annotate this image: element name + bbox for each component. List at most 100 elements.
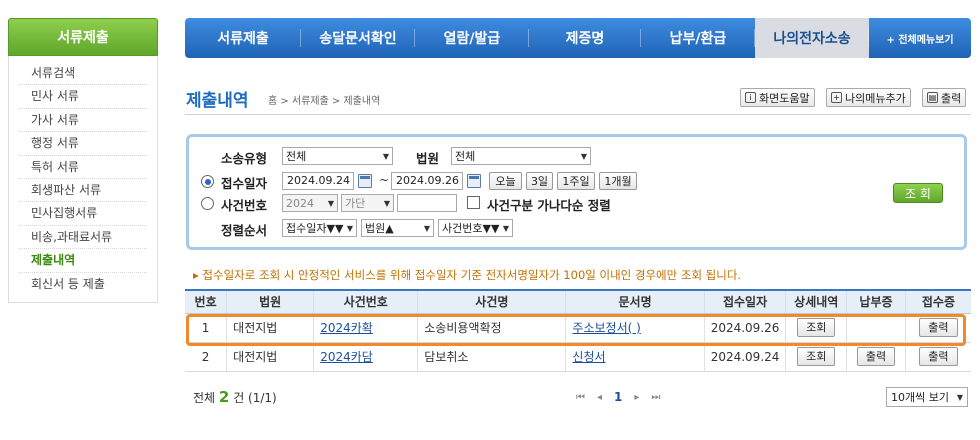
col-detail: 상세내역 bbox=[785, 289, 847, 314]
range-today-button[interactable]: 오늘 bbox=[489, 172, 522, 190]
nav-all-menu[interactable]: + 전체메뉴보기 bbox=[869, 18, 971, 58]
table-header-row: 번호 법원 사건번호 사건명 문서명 접수일자 상세내역 납부증 접수증 bbox=[185, 289, 971, 314]
chevron-down-icon: ▼ bbox=[382, 151, 389, 161]
sort-order-3-select[interactable]: 사건번호▼▼ ▼ bbox=[438, 219, 513, 237]
sidebar-item-bankruptcy[interactable]: 회생파산 서류 bbox=[19, 179, 147, 203]
row-court: 대전지법 bbox=[226, 342, 314, 372]
calendar-icon[interactable] bbox=[358, 174, 372, 188]
add-my-menu-label: 나의메뉴추가 bbox=[845, 91, 906, 105]
chevron-down-icon: ▼ bbox=[327, 198, 334, 208]
chevron-down-icon: ▼ bbox=[346, 223, 353, 233]
search-button[interactable]: 조 회 bbox=[893, 183, 943, 203]
receipt-print-button[interactable]: 출력 bbox=[919, 347, 958, 366]
nav-document-submit[interactable]: 서류제출 bbox=[185, 18, 301, 58]
court-label: 법원 bbox=[416, 151, 440, 166]
sidebar-item-civil[interactable]: 민사 서류 bbox=[19, 85, 147, 109]
sort-order-1-value: 접수일자▼▼ bbox=[286, 222, 344, 235]
range-1week-button[interactable]: 1주일 bbox=[557, 172, 595, 190]
sort-by-category-checkbox[interactable] bbox=[467, 196, 480, 209]
range-1month-button[interactable]: 1개월 bbox=[599, 172, 637, 190]
sidebar-item-document-search[interactable]: 서류검색 bbox=[19, 62, 147, 86]
search-notice: ▸ 접수일자로 조회 시 안정적인 서비스를 위해 접수일자 기준 전자서명일자… bbox=[193, 268, 742, 282]
nav-my-e-litigation[interactable]: 나의전자소송 bbox=[755, 18, 869, 58]
row-case-name: 소송비용액확정 bbox=[417, 313, 566, 343]
next-page-icon[interactable]: ▸ bbox=[634, 392, 639, 403]
detail-view-button[interactable]: 조회 bbox=[797, 318, 836, 337]
per-page-select[interactable]: 10개씩 보기 ▼ bbox=[886, 387, 968, 407]
date-to-input[interactable]: 2024.09.26 bbox=[391, 172, 463, 190]
print-button[interactable]: ▤ 출력 bbox=[922, 88, 967, 107]
row-number: 2 bbox=[185, 342, 227, 372]
court-value: 전체 bbox=[455, 150, 476, 163]
payment-print-button[interactable]: 출력 bbox=[856, 347, 896, 366]
case-number-input[interactable] bbox=[397, 194, 457, 212]
col-case-name: 사건명 bbox=[417, 289, 566, 314]
search-panel: 소송유형 전체 ▼ 법원 전체 ▼ 접수일자 2024.09.24 ~ 2024.0… bbox=[186, 134, 967, 250]
page-title: 제출내역 bbox=[186, 91, 249, 111]
col-payment-proof: 납부증 bbox=[846, 289, 906, 314]
date-range-separator: ~ bbox=[379, 173, 390, 187]
sidebar-item-family[interactable]: 가사 서류 bbox=[19, 109, 147, 133]
row-receipt-date: 2024.09.26 bbox=[703, 313, 786, 343]
plus-icon: + bbox=[831, 92, 842, 103]
last-page-icon[interactable]: ⏭ bbox=[651, 392, 660, 403]
first-page-icon[interactable]: ⏮ bbox=[576, 392, 585, 403]
table-row: 2 대전지법 2024카담 담보취소 신청서 2024.09.24 조회 출력 … bbox=[185, 342, 971, 372]
printer-icon: ▤ bbox=[927, 92, 938, 103]
receipt-date-label: 접수일자 bbox=[221, 176, 268, 191]
court-select[interactable]: 전체 ▼ bbox=[451, 147, 591, 165]
calendar-icon[interactable] bbox=[467, 174, 481, 188]
sidebar-item-administrative[interactable]: 행정 서류 bbox=[19, 132, 147, 156]
detail-view-button[interactable]: 조회 bbox=[797, 347, 836, 366]
sidebar-item-reply-submit[interactable]: 회신서 등 제출 bbox=[19, 273, 147, 296]
prev-page-icon[interactable]: ◂ bbox=[597, 392, 602, 403]
per-page-value: 10개씩 보기 bbox=[891, 391, 949, 404]
add-my-menu-button[interactable]: + 나의메뉴추가 bbox=[826, 88, 911, 107]
row-receipt-date: 2024.09.24 bbox=[703, 342, 786, 372]
case-number-radio[interactable] bbox=[201, 197, 214, 210]
sidebar-item-non-contentious[interactable]: 비송,과태료서류 bbox=[19, 226, 147, 250]
document-link[interactable]: 주소보정서( ) bbox=[572, 321, 640, 335]
date-from-input[interactable]: 2024.09.24 bbox=[282, 172, 354, 190]
case-type-label: 소송유형 bbox=[221, 151, 268, 166]
receipt-date-radio[interactable] bbox=[201, 175, 214, 188]
sidebar-item-patent[interactable]: 특허 서류 bbox=[19, 156, 147, 179]
sort-order-1-select[interactable]: 접수일자▼▼ ▼ bbox=[282, 219, 357, 237]
current-page[interactable]: 1 bbox=[614, 390, 622, 404]
case-number-link[interactable]: 2024카담 bbox=[320, 350, 373, 364]
sidebar-menu: 서류검색 민사 서류 가사 서류 행정 서류 특허 서류 회생파산 서류 민사집… bbox=[8, 56, 158, 303]
sort-order-2-select[interactable]: 법원▲ ▼ bbox=[361, 219, 434, 237]
total-count: 전체 2 건 (1/1) bbox=[193, 388, 277, 406]
case-year-value: 2024 bbox=[286, 196, 314, 210]
row-court: 대전지법 bbox=[226, 313, 314, 343]
sort-by-category-label: 사건구분 가나다순 정렬 bbox=[487, 198, 611, 213]
nav-payment-refund[interactable]: 납부/환급 bbox=[641, 18, 755, 58]
chevron-down-icon: ▼ bbox=[383, 198, 390, 208]
pagination: ⏮ ◂ 1 ▸ ⏭ bbox=[576, 390, 660, 404]
case-number-label: 사건번호 bbox=[221, 198, 268, 213]
nav-certificates[interactable]: 제증명 bbox=[529, 18, 641, 58]
results-table: 번호 법원 사건번호 사건명 문서명 접수일자 상세내역 납부증 접수증 1 대… bbox=[185, 289, 971, 372]
row-case-name: 담보취소 bbox=[417, 342, 566, 372]
chevron-down-icon: ▼ bbox=[502, 223, 509, 233]
case-kind-select[interactable]: 가단 ▼ bbox=[341, 194, 394, 212]
case-number-link[interactable]: 2024카확 bbox=[320, 321, 373, 335]
row-payment-proof bbox=[846, 313, 906, 343]
table-row: 1 대전지법 2024카확 소송비용액확정 주소보정서( ) 2024.09.2… bbox=[185, 313, 971, 343]
sort-order-3-value: 사건번호▼▼ bbox=[442, 222, 500, 235]
sidebar: 서류제출 서류검색 민사 서류 가사 서류 행정 서류 특허 서류 회생파산 서… bbox=[8, 18, 158, 303]
case-type-select[interactable]: 전체 ▼ bbox=[282, 147, 393, 165]
total-prefix: 전체 bbox=[193, 391, 216, 405]
help-button[interactable]: i 화면도움말 bbox=[740, 88, 815, 107]
nav-view-issue[interactable]: 열람/발급 bbox=[415, 18, 529, 58]
total-suffix: 건 (1/1) bbox=[233, 391, 277, 405]
sort-order-2-value: 법원▲ bbox=[365, 222, 394, 235]
sidebar-item-submission-history[interactable]: 제출내역 bbox=[19, 249, 147, 273]
case-year-select[interactable]: 2024 ▼ bbox=[282, 194, 338, 212]
nav-service-check[interactable]: 송달문서확인 bbox=[301, 18, 415, 58]
sidebar-item-civil-execution[interactable]: 민사집행서류 bbox=[19, 202, 147, 226]
document-link[interactable]: 신청서 bbox=[572, 350, 605, 364]
range-3day-button[interactable]: 3일 bbox=[526, 172, 553, 190]
sort-order-label: 정렬순서 bbox=[221, 223, 268, 238]
receipt-print-button[interactable]: 출력 bbox=[919, 318, 958, 337]
